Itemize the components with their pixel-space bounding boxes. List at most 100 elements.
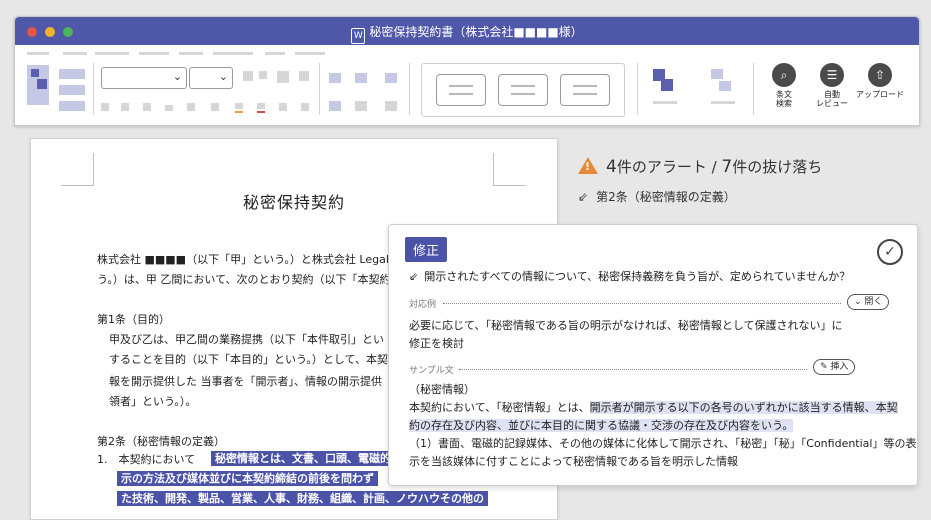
doc-line: 株式会社 ■■■■（以下「甲」という。）と株式会社 LegalF [97, 253, 396, 266]
sample-line: 約の存在及び内容、並びに本目的に関する協議・交渉の存在及び内容をいう。 [409, 417, 794, 433]
ribbon-separator [637, 63, 638, 115]
highlight-icon[interactable] [235, 103, 243, 109]
sample-line: （1）書面、電磁的記録媒体、その他の媒体に化体して開示され、「秘密」「秘」「Co… [409, 437, 917, 450]
alert-text: 件のアラート / [616, 158, 722, 176]
change-case-icon[interactable] [299, 71, 309, 81]
styles-gallery [421, 63, 625, 117]
clause-reference[interactable]: ⇙ 第2条（秘密情報の定義） [578, 188, 736, 205]
select-label [711, 101, 735, 104]
ribbon-separator [753, 63, 754, 115]
question-text: 開示されたすべての情報について、秘密保持義務を負う旨が、定められていませんか？ [424, 270, 851, 283]
select-icon[interactable] [711, 69, 723, 79]
char-shading-icon[interactable] [301, 103, 309, 111]
font-size-select[interactable]: ⌄ [189, 67, 233, 89]
crop-mark [493, 153, 526, 186]
doc-line: 甲及び乙は、甲乙間の業務提携（以下「本件取引」とい [109, 333, 384, 346]
sample-line: 本契約において、「秘密情報」とは、開示者が開示する以下の各号のいずれかに該当する… [409, 399, 898, 415]
find-replace-icon-part [661, 79, 673, 91]
clause-search-label-1: 条文 [776, 90, 792, 99]
select-icon-part [719, 81, 731, 91]
auto-review-label-2: レビュー [816, 99, 848, 108]
chevron-down-icon: ⌄ [172, 70, 182, 83]
review-card: 修正 ✓ ⇙ 開示されたすべての情報について、秘密保持義務を負う旨が、定められてい… [388, 224, 918, 486]
numbering-icon[interactable] [355, 73, 367, 83]
format-painter-button[interactable] [59, 101, 85, 111]
style-option-2[interactable] [498, 74, 548, 106]
ribbon-tab-placeholder[interactable] [295, 52, 325, 55]
bullets-icon[interactable] [329, 73, 341, 83]
sample-heading: （秘密情報） [409, 383, 475, 396]
auto-review-button[interactable]: ☰ 自動 レビュー [807, 63, 857, 108]
title-bar: W 秘密保持契約書（株式会社■■■■様） [15, 17, 919, 45]
font-color-glyph-icon[interactable] [257, 103, 265, 109]
article-heading: 第1条（目的） [97, 313, 170, 326]
ribbon-tab-placeholder[interactable] [27, 52, 49, 55]
ribbon-separator [93, 63, 94, 115]
copy-button[interactable] [59, 85, 85, 95]
align-left-icon[interactable] [329, 101, 341, 111]
sample-label: サンプル文 [409, 366, 454, 376]
grow-font-icon[interactable] [243, 71, 253, 81]
open-button-label: 開く [864, 297, 883, 307]
highlighted-text: 示の方法及び媒体並びに本契約締結の前後を問わず [117, 470, 378, 486]
font-color-icon[interactable] [257, 111, 265, 113]
indent-icon[interactable] [385, 73, 397, 83]
window-title: 秘密保持契約書（株式会社■■■■様） [369, 25, 583, 39]
doc-line: 報を開示提供した 当事者を「開示者」、情報の開示提供 [109, 375, 382, 388]
highlighted-text: 秘密情報とは、文書、口頭、電磁的 [211, 450, 395, 466]
align-center-icon[interactable] [355, 101, 367, 111]
crop-mark [61, 153, 94, 186]
fix-badge: 修正 [405, 237, 448, 262]
ribbon-separator [409, 63, 410, 115]
bold-icon[interactable] [101, 103, 109, 111]
search-icon: ⌕ [772, 63, 796, 87]
jump-arrow-icon: ⇙ [578, 190, 589, 204]
doc-line: 1. 本契約において [97, 453, 196, 466]
chevron-down-icon: ⌄ [218, 70, 228, 83]
check-circle-icon[interactable]: ✓ [877, 239, 903, 265]
word-document-icon: W [351, 28, 366, 44]
open-button[interactable]: ⌄ 開く [847, 294, 890, 310]
dotted-leader [443, 303, 841, 304]
insert-button-label: 挿入 [830, 362, 849, 372]
review-question: ⇙ 開示されたすべての情報について、秘密保持義務を負う旨が、定められていませんか？ [409, 268, 850, 284]
ribbon-tab-placeholder[interactable] [179, 52, 203, 55]
ribbon-tab-placeholder[interactable] [139, 52, 169, 55]
superscript-icon[interactable] [211, 103, 219, 111]
underline-icon[interactable] [143, 103, 151, 111]
response-line: 修正を検討 [409, 337, 464, 350]
subscript-icon[interactable] [187, 103, 195, 111]
style-option-3[interactable] [560, 74, 610, 106]
alert-summary: ! 4件のアラート / 7件の抜け落ち [578, 156, 822, 177]
font-family-select[interactable]: ⌄ [101, 67, 187, 89]
highlight-color-icon[interactable] [235, 111, 243, 113]
doc-line: することを目的（以下「本目的」という。）として、本契約 [109, 353, 399, 366]
sample-highlight: 開示者が開示する以下の各号のいずれかに該当する情報、本契 [589, 401, 898, 414]
sample-text: 本契約において、「秘密情報」とは、 [409, 401, 590, 414]
insert-button[interactable]: ✎ 挿入 [813, 359, 856, 375]
style-option-1[interactable] [436, 74, 486, 106]
clause-title: 第2条（秘密情報の定義） [596, 190, 736, 204]
upload-label: アップロード [856, 90, 904, 99]
ribbon-tab-placeholder[interactable] [63, 52, 87, 55]
window-title-wrap: W 秘密保持契約書（株式会社■■■■様） [15, 23, 919, 44]
clause-search-button[interactable]: ⌕ 条文 検索 [759, 63, 809, 108]
line-spacing-icon[interactable] [385, 101, 397, 111]
italic-icon[interactable] [121, 103, 129, 111]
ribbon-tab-placeholder[interactable] [213, 52, 253, 55]
cut-button[interactable] [59, 69, 85, 79]
ribbon-tab-placeholder[interactable] [265, 52, 285, 55]
review-icon: ☰ [820, 63, 844, 87]
doc-line: 領者」という。）。 [109, 395, 197, 408]
highlighted-line: 秘密情報とは、文書、口頭、電磁的 [211, 451, 395, 466]
shrink-font-icon[interactable] [259, 71, 267, 79]
document-title: 秘密保持契約 [242, 193, 345, 212]
text-effect-icon[interactable] [279, 103, 287, 111]
ribbon-tab-placeholder[interactable] [95, 52, 129, 55]
strikethrough-icon[interactable] [165, 105, 173, 111]
auto-review-label-1: 自動 [824, 90, 840, 99]
clear-format-icon[interactable] [277, 71, 289, 83]
upload-button[interactable]: ⇧ アップロード [855, 63, 905, 99]
paste-icon-part [37, 79, 47, 89]
chevron-down-icon: ⌄ [854, 297, 865, 307]
